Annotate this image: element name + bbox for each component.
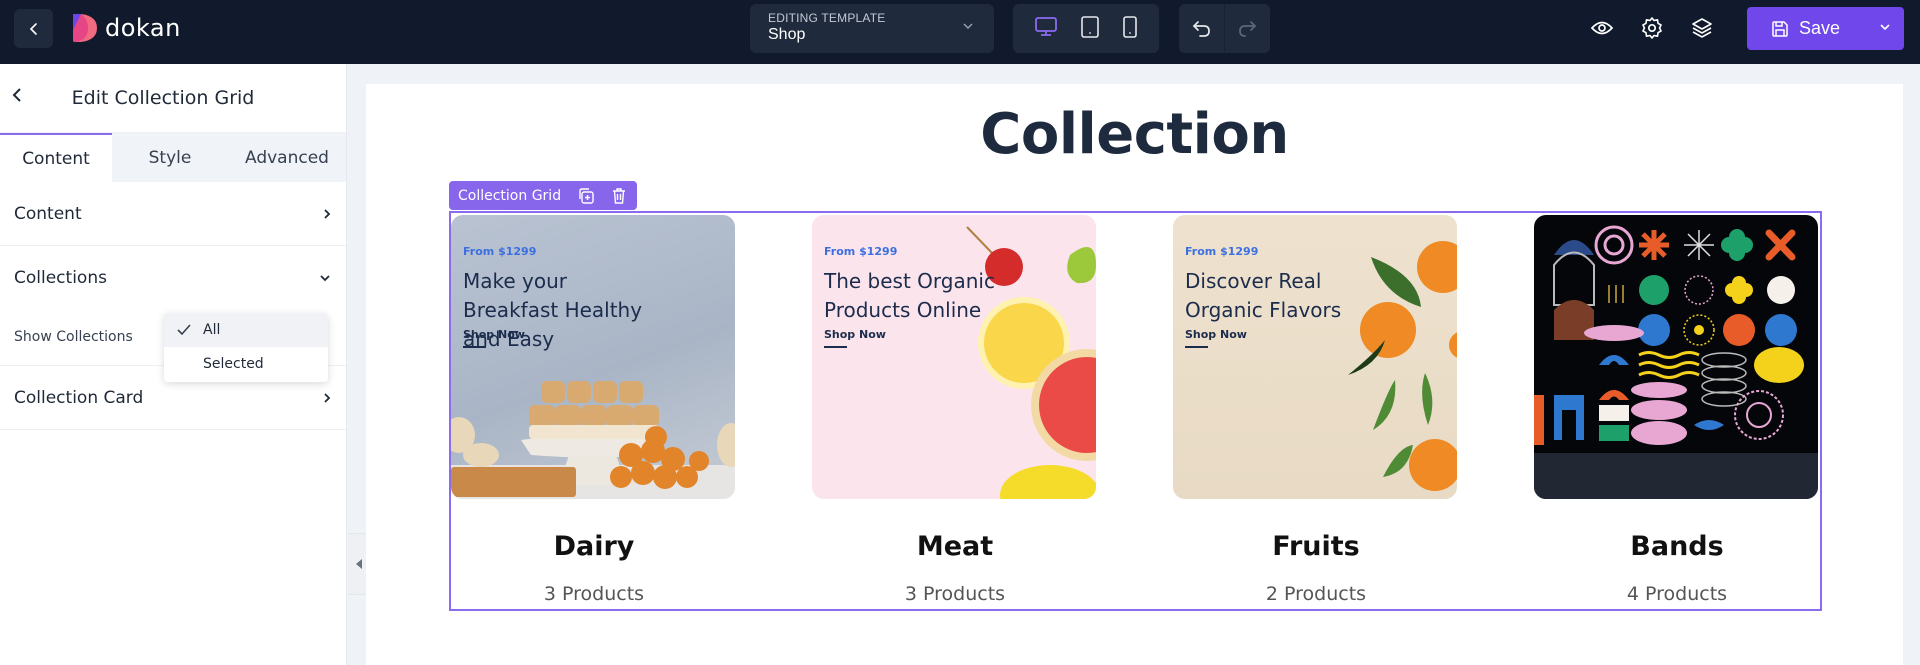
check-icon [177,324,191,336]
collection-product-count: 4 Products [1626,583,1728,605]
chevron-down-icon [320,274,330,281]
sidebar-title: Edit Collection Grid [71,87,255,109]
dokan-logo[interactable]: dokan [71,12,181,44]
back-button[interactable] [14,9,53,48]
dropdown-option-all[interactable]: All [164,313,328,347]
promo-headline: Discover Real Organic Flavors [1185,269,1342,322]
collection-image[interactable]: From $1299 The best Organic Products Onl… [812,215,1096,499]
content-section: Content [0,182,346,246]
gear-icon [1642,17,1662,39]
redo-icon [1239,20,1257,37]
mobile-view-button[interactable] [1122,15,1138,43]
template-selector-value: Shop [768,26,806,43]
chevron-right-icon [324,392,331,403]
dropdown-option-label: All [203,322,221,338]
mobile-icon [1123,15,1137,38]
dropdown-option-label: Selected [203,356,264,372]
collections-section-header[interactable]: Collections [0,246,346,309]
promo-price: From $1299 [1185,245,1259,258]
promo-price: From $1299 [824,245,898,258]
content-section-header[interactable]: Content [0,182,346,245]
top-bar: dokan EDITING TEMPLATE Shop Save [0,0,1920,64]
layers-button[interactable] [1690,14,1714,42]
page-canvas: Collection Collection Grid From $1299 Ma… [366,84,1903,665]
chevron-right-icon [324,208,331,219]
page-heading[interactable]: Collection [366,102,1903,167]
collection-image[interactable]: From $1299 Discover Real Organic Flavors… [1173,215,1457,499]
collection-image[interactable] [1534,215,1818,499]
shop-now-link[interactable]: Shop Now [824,328,886,341]
undo-icon [1192,20,1210,37]
template-selector[interactable]: EDITING TEMPLATE Shop [750,4,994,53]
collection-card-section-label: Collection Card [14,387,144,408]
tablet-icon [1081,15,1099,38]
layers-icon [1692,18,1712,38]
preview-button[interactable] [1590,14,1614,42]
logo-mark-icon [73,14,97,42]
dropdown-option-selected[interactable]: Selected [164,347,328,381]
device-switcher [1013,4,1159,53]
tablet-view-button[interactable] [1080,15,1100,43]
save-label: Save [1799,18,1841,38]
sidebar-header: Edit Collection Grid [0,64,346,132]
duplicate-widget-button[interactable] [577,187,595,205]
shop-now-underline [463,346,486,348]
collection-name[interactable]: Dairy [451,531,737,562]
collection-product-count: 3 Products [904,583,1006,605]
sidebar-tabs: Content Style Advanced [0,132,346,182]
redo-button[interactable] [1224,4,1269,53]
promo-headline: The best Organic Products Online [824,269,995,322]
chevron-left-icon [29,22,37,35]
content-section-label: Content [14,203,82,224]
shop-now-link[interactable]: Shop Now [1185,328,1247,341]
desktop-view-button[interactable] [1034,16,1058,42]
save-options-chevron-icon[interactable] [1878,20,1892,34]
toolbar-actions [1590,14,1714,42]
collection-product-count: 2 Products [1265,583,1367,605]
delete-widget-button[interactable] [611,187,627,205]
show-collections-label: Show Collections [14,329,133,345]
collection-name[interactable]: Meat [812,531,1098,562]
tab-content[interactable]: Content [0,133,112,182]
collection-image[interactable]: From $1299 Make your Breakfast Healthy a… [451,215,735,499]
duplicate-icon [579,187,594,204]
tab-style[interactable]: Style [112,133,228,182]
desktop-icon [1035,16,1057,36]
template-selector-label: EDITING TEMPLATE [768,11,886,25]
triangle-left-icon [356,559,362,569]
sidebar-back-icon[interactable] [10,86,24,104]
shop-now-underline [824,346,847,348]
chevron-down-icon [963,23,973,29]
promo-price: From $1299 [463,245,537,258]
geometric-shapes-illustration [1534,225,1818,499]
tab-advanced[interactable]: Advanced [228,133,346,182]
collection-name[interactable]: Fruits [1173,531,1459,562]
widget-label-text: Collection Grid [458,187,562,204]
settings-button[interactable] [1640,14,1664,42]
shop-now-link[interactable]: Shop Now [463,328,525,341]
logo-text: dokan [105,14,181,42]
collection-name[interactable]: Bands [1534,531,1820,562]
history-controls [1179,4,1270,53]
collection-product-count: 3 Products [543,583,645,605]
save-button[interactable]: Save [1747,7,1904,50]
collection-grid[interactable]: From $1299 Make your Breakfast Healthy a… [449,211,1822,611]
undo-button[interactable] [1179,4,1224,53]
shop-now-underline [1185,346,1208,348]
save-icon [1772,20,1788,37]
show-collections-dropdown[interactable]: All Selected [164,313,328,382]
collections-section-label: Collections [14,267,107,288]
trash-icon [613,187,626,204]
eye-icon [1590,21,1614,35]
widget-label[interactable]: Collection Grid [449,181,637,210]
